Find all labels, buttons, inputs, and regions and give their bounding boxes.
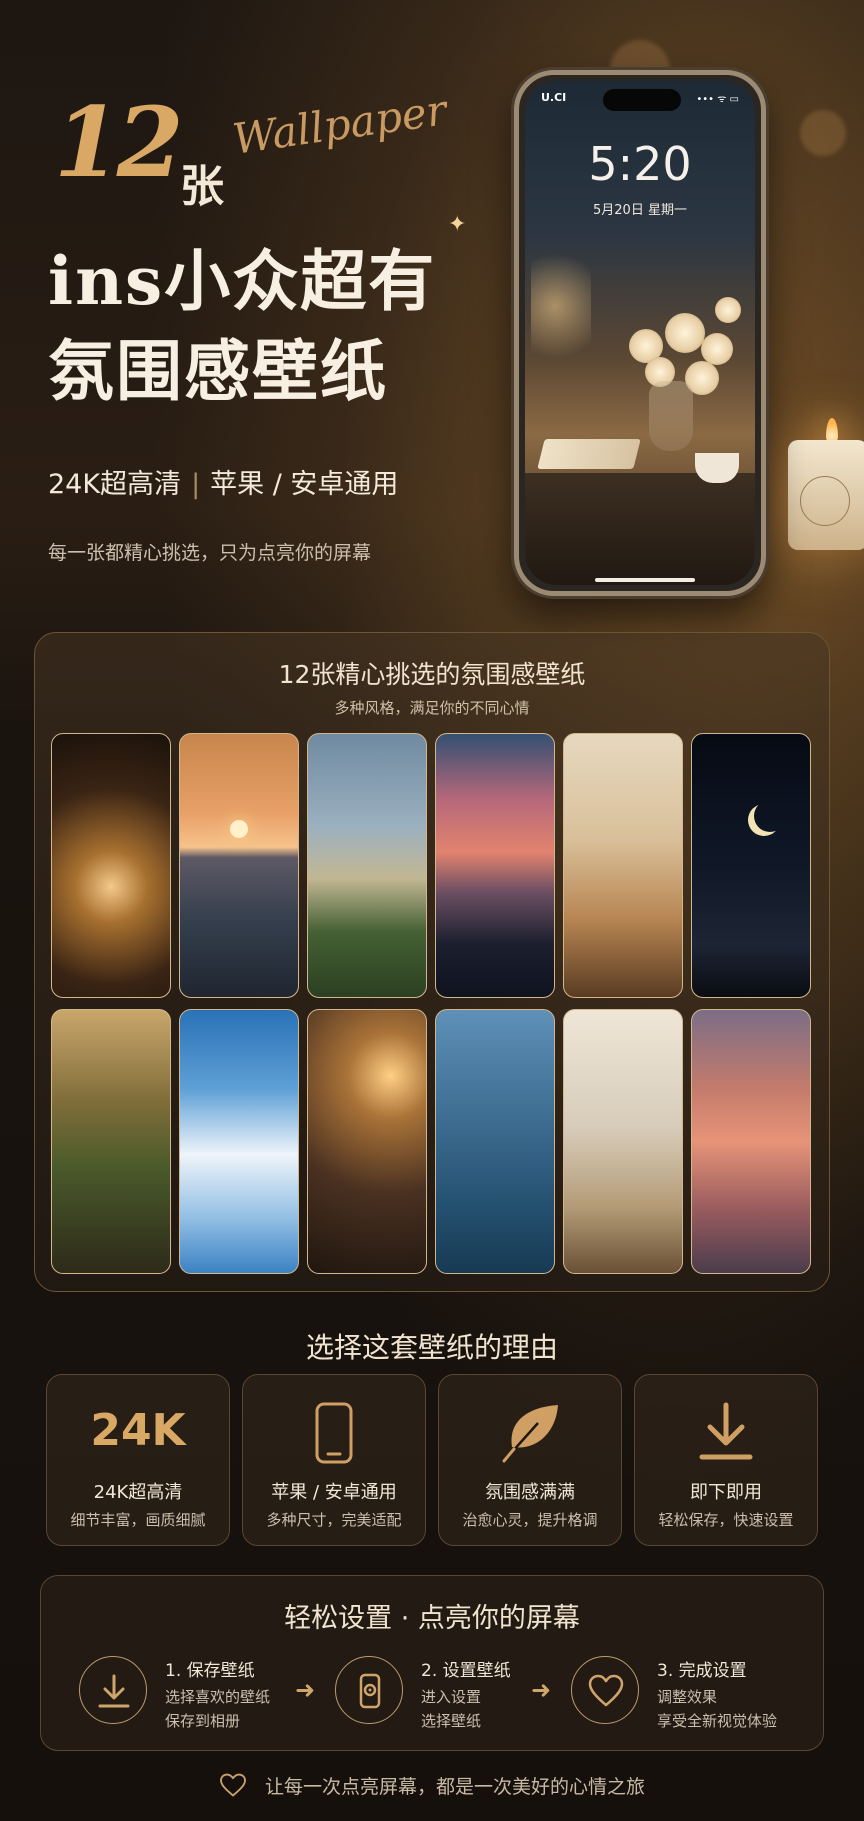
24k-badge: 24K xyxy=(90,1405,186,1456)
status-carrier: U.CI xyxy=(541,91,567,104)
reason-label: 苹果 / 安卓通用 xyxy=(271,1482,397,1503)
reason-desc: 细节丰富，画质细腻 xyxy=(70,1511,206,1529)
glass-vase xyxy=(649,381,693,451)
reason-card-compatibility: 苹果 / 安卓通用 多种尺寸，完美适配 xyxy=(242,1374,426,1546)
thumbnail-tulips-tea[interactable] xyxy=(563,733,683,998)
leaf-icon xyxy=(439,1401,621,1465)
lock-time: 5:20 xyxy=(588,137,692,191)
thumbnail-warm-bedroom[interactable] xyxy=(307,1009,427,1274)
step-3-line1: 调整效果 xyxy=(657,1688,718,1706)
sun-icon xyxy=(230,820,248,838)
gallery-title: 12张精心挑选的氛围感壁纸 xyxy=(278,660,586,689)
headline-line-2: 氛围感壁纸 xyxy=(48,332,388,410)
reason-desc: 多种尺寸，完美适配 xyxy=(266,1511,402,1529)
phone-mockup: U.CI ••• ᯤ ▭ 5:20 5月20日 星期一 xyxy=(514,70,766,596)
step-1-download-icon xyxy=(79,1656,147,1724)
lock-date: 5月20日 星期一 xyxy=(593,203,687,218)
reason-desc: 治愈心灵，提升格调 xyxy=(462,1511,598,1529)
tea-cup xyxy=(695,453,739,483)
reason-desc: 轻松保存，快速设置 xyxy=(658,1511,794,1529)
step-2-phone-settings-icon xyxy=(335,1656,403,1724)
step-1-name: 1. 保存壁纸 xyxy=(165,1661,255,1681)
thumbnail-crescent-moon[interactable] xyxy=(691,733,811,998)
thumbnail-pink-clouds[interactable] xyxy=(691,1009,811,1274)
footer-slogan: 让每一次点亮屏幕，都是一次美好的心情之旅 xyxy=(0,1772,864,1802)
rose-flower xyxy=(715,297,741,323)
reason-label: 即下即用 xyxy=(690,1482,762,1503)
crescent-moon-icon xyxy=(754,800,786,832)
tagline: 每一张都精心挑选，只为点亮你的屏幕 xyxy=(48,542,372,564)
gallery-subtitle: 多种风格，满足你的不同心情 xyxy=(334,699,530,717)
thumbnail-cozy-lamp-room[interactable] xyxy=(51,733,171,998)
bokeh-light xyxy=(800,110,846,156)
window-light xyxy=(531,241,591,371)
arrow-icon: ➜ xyxy=(531,1676,552,1704)
thumbnail-city-sunset[interactable] xyxy=(435,733,555,998)
reason-card-resolution: 24K 24K超高清 细节丰富，画质细腻 xyxy=(46,1374,230,1546)
thumbnail-sea-sunset[interactable] xyxy=(179,733,299,998)
sparkle-icon: ✦ xyxy=(448,212,467,237)
reasons-title: 选择这套壁纸的理由 xyxy=(305,1331,558,1364)
step-2-line2: 选择壁纸 xyxy=(421,1712,482,1730)
footer-text: 让每一次点亮屏幕，都是一次美好的心情之旅 xyxy=(264,1776,645,1798)
download-icon xyxy=(635,1401,817,1465)
count-unit: 张 xyxy=(180,161,224,212)
thumbnail-flower-balcony[interactable] xyxy=(51,1009,171,1274)
step-2-line1: 进入设置 xyxy=(421,1688,482,1706)
home-indicator xyxy=(595,578,695,582)
reason-label: 24K超高清 xyxy=(93,1482,183,1503)
step-3-heart-icon xyxy=(571,1656,639,1724)
thumbnail-white-roses[interactable] xyxy=(307,733,427,998)
arrow-icon: ➜ xyxy=(295,1676,316,1704)
wallpaper-gallery: 12张精心挑选的氛围感壁纸 多种风格，满足你的不同心情 xyxy=(34,632,830,1292)
feature-line: 24K超高清 | 苹果 / 安卓通用 xyxy=(48,462,398,501)
rose-flower xyxy=(665,313,705,353)
step-3-line2: 享受全新视觉体验 xyxy=(657,1712,778,1730)
setup-steps-panel: 轻松设置 · 点亮你的屏幕 1. 保存壁纸 选择喜欢的壁纸 保存到相册 ➜ 2.… xyxy=(40,1575,824,1751)
phone-icon xyxy=(243,1401,425,1465)
hero-section: 12 张 Wallpaper ✦ ins小众超有 氛围感壁纸 24K超高清 | 苹果… xyxy=(0,0,864,620)
rose-flower xyxy=(701,333,733,365)
thumbnail-window-flowers[interactable] xyxy=(563,1009,683,1274)
feature-compatibility: 苹果 / 安卓通用 xyxy=(210,469,399,500)
status-icons: ••• ᯤ ▭ xyxy=(696,94,739,105)
reason-card-atmosphere: 氛围感满满 治愈心灵，提升格调 xyxy=(438,1374,622,1546)
reason-card-ready: 即下即用 轻松保存，快速设置 xyxy=(634,1374,818,1546)
step-1-line1: 选择喜欢的壁纸 xyxy=(165,1688,271,1706)
candle-seal xyxy=(800,476,850,526)
feature-resolution: 24K超高清 xyxy=(48,469,182,500)
steps-title: 轻松设置 · 点亮你的屏幕 xyxy=(284,1603,580,1634)
heart-icon xyxy=(219,1773,247,1802)
open-book xyxy=(537,439,641,469)
script-wallpaper-word: Wallpaper xyxy=(229,85,450,164)
step-2-name: 2. 设置壁纸 xyxy=(421,1661,511,1681)
reason-label: 氛围感满满 xyxy=(485,1482,575,1503)
poster-page: 12 张 Wallpaper ✦ ins小众超有 氛围感壁纸 24K超高清 | 苹果… xyxy=(0,0,864,1821)
phone-lockscreen: U.CI ••• ᯤ ▭ 5:20 5月20日 星期一 xyxy=(525,81,755,585)
step-3-name: 3. 完成设置 xyxy=(657,1661,747,1681)
step-1-line2: 保存到相册 xyxy=(165,1712,241,1730)
feature-separator: | xyxy=(191,469,201,500)
wallpaper-count: 12 xyxy=(54,86,184,199)
headline-line-1: ins小众超有 xyxy=(48,242,437,320)
thumbnail-clouds-traffic-light[interactable] xyxy=(179,1009,299,1274)
dynamic-island xyxy=(603,89,681,111)
thumbnail-sparkling-sea[interactable] xyxy=(435,1009,555,1274)
table-surface xyxy=(525,473,755,585)
